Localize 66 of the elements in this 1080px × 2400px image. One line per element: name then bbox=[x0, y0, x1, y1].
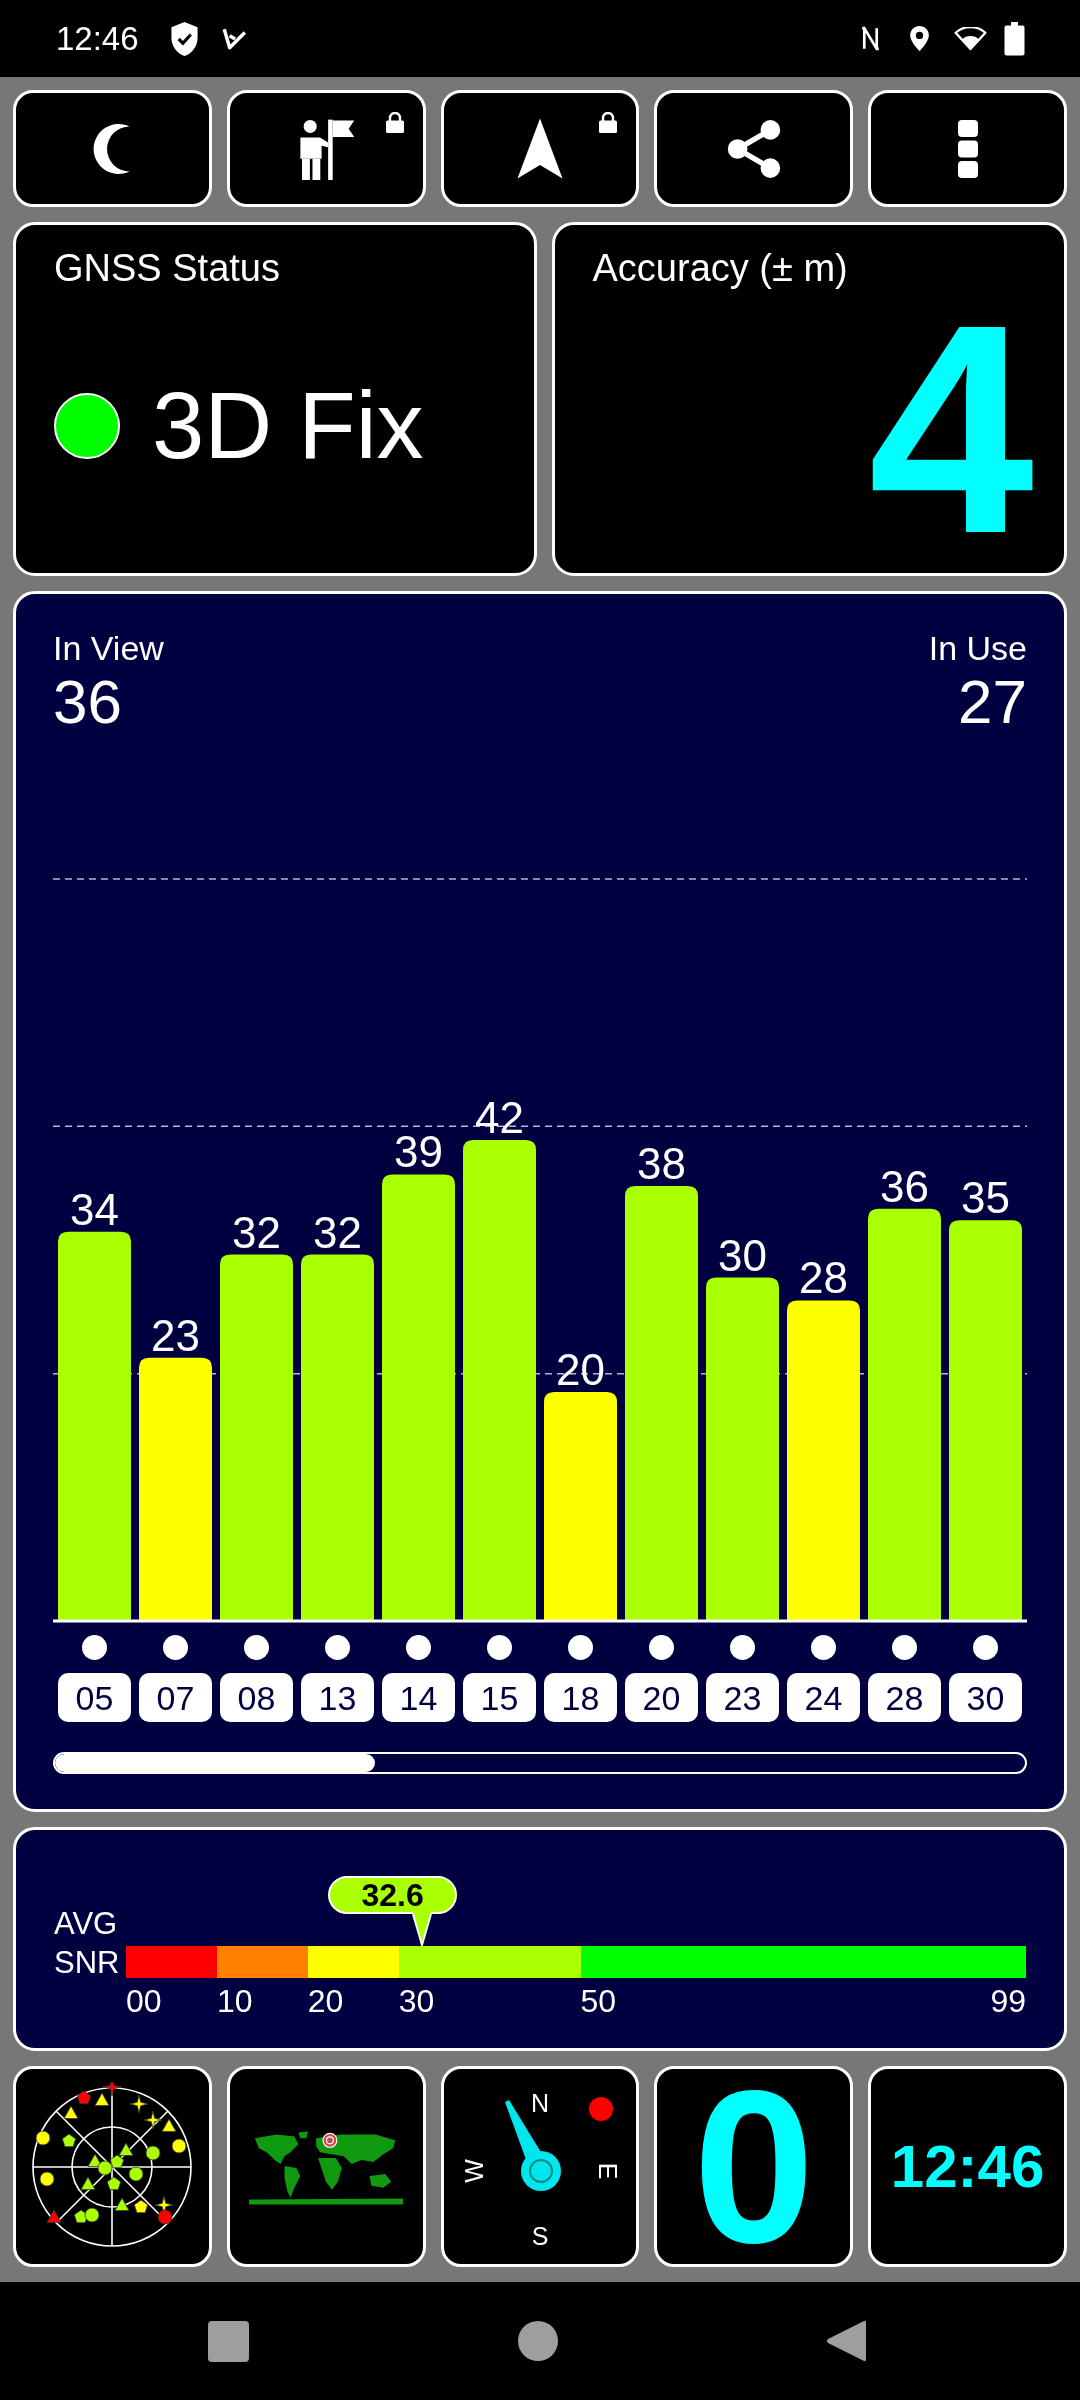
in-view-count: 36 bbox=[53, 671, 123, 733]
scale-tick-label: 99 bbox=[990, 1983, 1026, 2019]
compass-letter: N bbox=[530, 2089, 549, 2117]
satellite-id: 23 bbox=[706, 1673, 779, 1722]
navigation-arrow-icon bbox=[516, 117, 564, 180]
bar-value-label: 30 bbox=[718, 1230, 767, 1280]
bar-value-label: 28 bbox=[799, 1253, 848, 1303]
recents-icon[interactable] bbox=[208, 2320, 249, 2362]
satellite-id: 05 bbox=[58, 1673, 131, 1722]
satellite-id: 28 bbox=[868, 1673, 941, 1722]
scale-tick-label: 10 bbox=[216, 1983, 253, 2019]
more-options-icon bbox=[957, 119, 978, 178]
avg-snr-label: AVG SNR bbox=[54, 1905, 120, 1982]
in-view-label: In View bbox=[53, 628, 164, 668]
satellite-id: 18 bbox=[544, 1673, 617, 1722]
bar-value-label: 32 bbox=[232, 1207, 281, 1257]
shield-check-icon bbox=[169, 21, 199, 56]
bar-value-label: 32 bbox=[313, 1207, 362, 1257]
location-pin-icon bbox=[909, 25, 930, 52]
toolbar-button[interactable] bbox=[868, 90, 1067, 207]
accuracy-title: Accuracy (± m) bbox=[592, 246, 849, 290]
bar-value-label: 35 bbox=[961, 1173, 1010, 1223]
scale-tick-label: 30 bbox=[398, 1983, 435, 2019]
accuracy-value: 4 bbox=[868, 320, 1034, 538]
bar-value-label: 23 bbox=[151, 1310, 200, 1360]
nfc-icon bbox=[861, 24, 880, 53]
satellite-id: 24 bbox=[787, 1673, 860, 1722]
satellite-id: 14 bbox=[382, 1673, 455, 1722]
in-use-label: In Use bbox=[928, 628, 1027, 668]
satellite-id: 13 bbox=[301, 1673, 374, 1722]
toolbar-button[interactable] bbox=[13, 90, 212, 207]
sky-plot-button[interactable] bbox=[13, 2066, 212, 2267]
scrollbar[interactable] bbox=[53, 1752, 1027, 1774]
bar-value-label: 39 bbox=[394, 1127, 443, 1177]
scale-tick-label: 00 bbox=[126, 1983, 162, 2019]
back-icon[interactable] bbox=[826, 2319, 866, 2363]
in-use-count: 27 bbox=[958, 671, 1027, 733]
bar-value-label: 34 bbox=[70, 1184, 119, 1234]
gnss-fix-value: 3D Fix bbox=[152, 378, 424, 473]
compass-button[interactable]: N E S W bbox=[440, 2066, 640, 2267]
satellite-id: 15 bbox=[463, 1673, 536, 1722]
satellite-id: 07 bbox=[139, 1673, 212, 1722]
bar-value-label: 38 bbox=[637, 1138, 686, 1188]
battery-icon bbox=[1003, 21, 1026, 56]
bar-value-label: 42 bbox=[475, 1093, 524, 1143]
scrollbar-thumb[interactable] bbox=[55, 1754, 376, 1772]
compass-letter: W bbox=[459, 2159, 488, 2183]
compass-letter: E bbox=[594, 2162, 623, 2180]
status-time: 12:46 bbox=[56, 22, 139, 55]
wifi-icon bbox=[954, 26, 987, 51]
toolbar-button[interactable] bbox=[440, 90, 640, 207]
satellite-id: 20 bbox=[625, 1673, 698, 1722]
toolbar-button[interactable] bbox=[654, 90, 854, 207]
satellite-id: 08 bbox=[220, 1673, 293, 1722]
scale-tick-label: 50 bbox=[580, 1983, 617, 2019]
bar-value-label: 20 bbox=[556, 1345, 605, 1394]
satellite-id: 30 bbox=[949, 1673, 1022, 1722]
counter-tile[interactable]: 0 bbox=[654, 2066, 854, 2267]
home-icon[interactable] bbox=[517, 2321, 558, 2361]
gnss-status-title: GNSS Status bbox=[54, 246, 281, 290]
compass-letter: S bbox=[531, 2222, 549, 2250]
toolbar-button[interactable] bbox=[226, 90, 426, 207]
bar-value-label: 36 bbox=[880, 1161, 929, 1211]
scale-tick-label: 20 bbox=[307, 1983, 344, 2019]
world-map-button[interactable] bbox=[226, 2066, 426, 2267]
clock-tile[interactable]: 12:46 bbox=[868, 2066, 1067, 2267]
